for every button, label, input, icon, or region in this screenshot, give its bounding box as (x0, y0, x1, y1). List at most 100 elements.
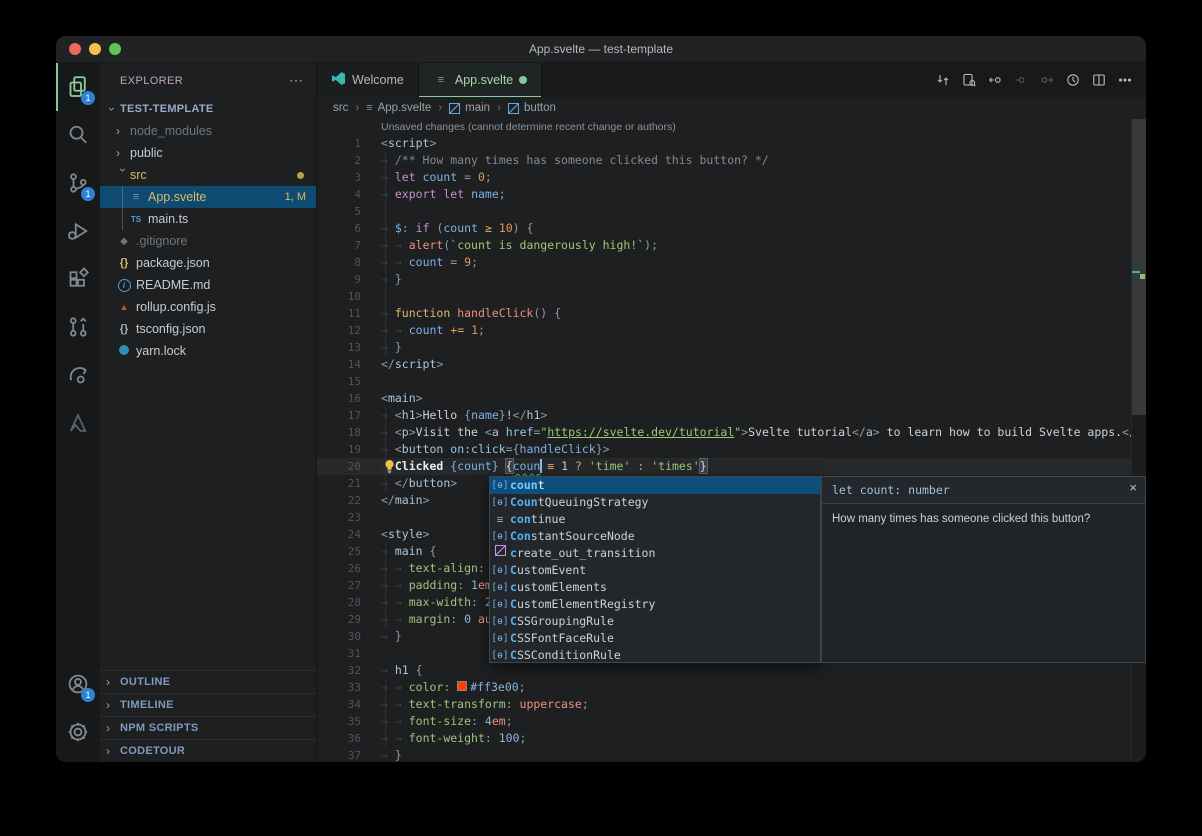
titlebar[interactable]: App.svelte — test-template (56, 36, 1146, 63)
activity-search-icon[interactable] (56, 111, 100, 159)
code-line-13[interactable]: 13→ } (317, 339, 1146, 356)
suggestion-customElements[interactable]: [ɵ]customElements (490, 579, 820, 596)
tab-welcome[interactable]: Welcome (317, 63, 419, 97)
line-number: 29 (317, 611, 361, 628)
lightbulb-icon[interactable] (383, 459, 396, 477)
symbol-variable-icon: [ɵ] (490, 494, 510, 511)
code-line-37[interactable]: 37→ } (317, 747, 1146, 762)
code-line-12[interactable]: 12→ → count += 1; (317, 322, 1146, 339)
workspace-root-row[interactable]: › TEST-TEMPLATE (100, 98, 316, 120)
tree-item-main.ts[interactable]: TSmain.ts (100, 208, 316, 230)
code-line-4[interactable]: 4→ export let name; (317, 186, 1146, 203)
breadcrumb-button[interactable]: button (508, 102, 556, 114)
tree-item-README.md[interactable]: iREADME.md (100, 274, 316, 296)
tree-item-src[interactable]: ›src (100, 164, 316, 186)
activity-live-share-icon[interactable] (56, 351, 100, 399)
more-actions-icon[interactable] (1112, 67, 1138, 93)
next-icon[interactable] (1034, 67, 1060, 93)
suggestion-ConstantSourceNode[interactable]: [ɵ]ConstantSourceNode (490, 528, 820, 545)
code-line-34[interactable]: 34→ → text-transform: uppercase; (317, 696, 1146, 713)
code-line-32[interactable]: 32→ h1 { (317, 662, 1146, 679)
tree-item-public[interactable]: ›public (100, 142, 316, 164)
chevron-right-icon: › (106, 744, 120, 758)
tree-item-yarn.lock[interactable]: yarn.lock (100, 340, 316, 362)
activity-extensions-icon[interactable] (56, 255, 100, 303)
tree-item-label: tsconfig.json (136, 322, 205, 336)
suggestion-create_out_transition[interactable]: create_out_transition (490, 545, 820, 562)
tree-item-tsconfig.json[interactable]: {}tsconfig.json (100, 318, 316, 340)
editor-scrollbar[interactable] (1131, 119, 1146, 762)
code-line-3[interactable]: 3→ let count = 0; (317, 169, 1146, 186)
suggestion-CountQueuingStrategy[interactable]: [ɵ]CountQueuingStrategy (490, 494, 820, 511)
code-line-36[interactable]: 36→ → font-weight: 100; (317, 730, 1146, 747)
tree-item-App.svelte[interactable]: ≡App.svelte1, M (100, 186, 316, 208)
breadcrumb-main[interactable]: main (449, 102, 490, 114)
suggestion-label: CSSConditionRule (510, 647, 621, 664)
code-line-2[interactable]: 2→ /** How many times has someone clicke… (317, 152, 1146, 169)
suggestion-CSSGroupingRule[interactable]: [ɵ]CSSGroupingRule (490, 613, 820, 630)
suggestion-continue[interactable]: ≡continue (490, 511, 820, 528)
line-number: 35 (317, 713, 361, 730)
suggestion-label: CSSGroupingRule (510, 613, 614, 630)
code-line-16[interactable]: 16<main> (317, 390, 1146, 407)
code-line-7[interactable]: 7→ → alert(`count is dangerously high!`)… (317, 237, 1146, 254)
code-line-17[interactable]: 17→ <h1>Hello {name}!</h1> (317, 407, 1146, 424)
open-preview-icon[interactable] (956, 67, 982, 93)
breadcrumb-app-svelte[interactable]: ≡App.svelte (366, 102, 431, 114)
suggestion-count[interactable]: [ɵ]count (490, 477, 820, 494)
tree-item-rollup.config.js[interactable]: ▲rollup.config.js (100, 296, 316, 318)
activity-github-pr-icon[interactable] (56, 303, 100, 351)
color-swatch[interactable] (457, 681, 467, 691)
suggestion-CustomEvent[interactable]: [ɵ]CustomEvent (490, 562, 820, 579)
previous-change-icon[interactable] (982, 67, 1008, 93)
activity-run-debug-icon[interactable] (56, 207, 100, 255)
code-line-15[interactable]: 15 (317, 373, 1146, 390)
previous-icon[interactable] (1008, 67, 1034, 93)
code-line-1[interactable]: 1<script> (317, 135, 1146, 152)
settings-gear-icon[interactable] (56, 708, 100, 756)
activity-explorer-icon[interactable]: 1 (56, 63, 100, 111)
suggestion-CSSFontFaceRule[interactable]: [ɵ]CSSFontFaceRule (490, 630, 820, 647)
tab-app-svelte[interactable]: ≡App.svelte (419, 63, 542, 97)
tree-item-package.json[interactable]: {}package.json (100, 252, 316, 274)
accounts-icon[interactable]: 1 (56, 660, 100, 708)
code-line-8[interactable]: 8→ → count = 9; (317, 254, 1146, 271)
suggestion-CSSConditionRule[interactable]: [ɵ]CSSConditionRule (490, 647, 820, 664)
code-line-20[interactable]: 20→ Clicked {count} {coun ≡ 1 ? 'time' :… (317, 458, 1146, 475)
close-icon[interactable]: × (1129, 480, 1137, 495)
code-line-18[interactable]: 18→ <p>Visit the <a href="https://svelte… (317, 424, 1146, 441)
section-codetour[interactable]: ›CODETOUR (100, 739, 316, 762)
tree-item-.gitignore[interactable]: ◆.gitignore (100, 230, 316, 252)
file-history-icon[interactable] (1060, 67, 1086, 93)
codelens-annotation[interactable]: Unsaved changes (cannot determine recent… (381, 119, 1146, 135)
open-changes-icon[interactable] (930, 67, 956, 93)
explorer-more-actions-icon[interactable]: ⋯ (289, 72, 304, 89)
code-line-11[interactable]: 11→ function handleClick() { (317, 305, 1146, 322)
activity-azure-icon[interactable] (56, 399, 100, 447)
code-line-33[interactable]: 33→ → color: #ff3e00; (317, 679, 1146, 696)
svelte-icon: ≡ (433, 74, 449, 86)
activity-source-control-icon[interactable]: 1 (56, 159, 100, 207)
editor-pane: Welcome≡App.svelte src›≡App.svelte›main›… (317, 63, 1146, 762)
split-editor-icon[interactable] (1086, 67, 1112, 93)
scrollbar-slider[interactable] (1132, 119, 1146, 415)
suggestion-label: count (510, 477, 545, 494)
symbol-variable-icon: [ɵ] (490, 562, 510, 579)
breadcrumb-src[interactable]: src (333, 102, 348, 114)
code-line-14[interactable]: 14</script> (317, 356, 1146, 373)
code-line-6[interactable]: 6→ $: if (count ≥ 10) { (317, 220, 1146, 237)
code-line-10[interactable]: 10 (317, 288, 1146, 305)
code-editor[interactable]: Unsaved changes (cannot determine recent… (317, 119, 1146, 762)
section-timeline[interactable]: ›TIMELINE (100, 693, 316, 716)
code-line-9[interactable]: 9→ } (317, 271, 1146, 288)
breadcrumb-label: main (465, 102, 490, 114)
code-line-19[interactable]: 19→ <button on:click={handleClick}> (317, 441, 1146, 458)
tree-item-node_modules[interactable]: ›node_modules (100, 120, 316, 142)
line-number: 32 (317, 662, 361, 679)
section-outline[interactable]: ›OUTLINE (100, 670, 316, 693)
modified-dot-icon[interactable] (519, 76, 527, 84)
code-line-35[interactable]: 35→ → font-size: 4em; (317, 713, 1146, 730)
section-npm-scripts[interactable]: ›NPM SCRIPTS (100, 716, 316, 739)
suggestion-CustomElementRegistry[interactable]: [ɵ]CustomElementRegistry (490, 596, 820, 613)
code-line-5[interactable]: 5 (317, 203, 1146, 220)
